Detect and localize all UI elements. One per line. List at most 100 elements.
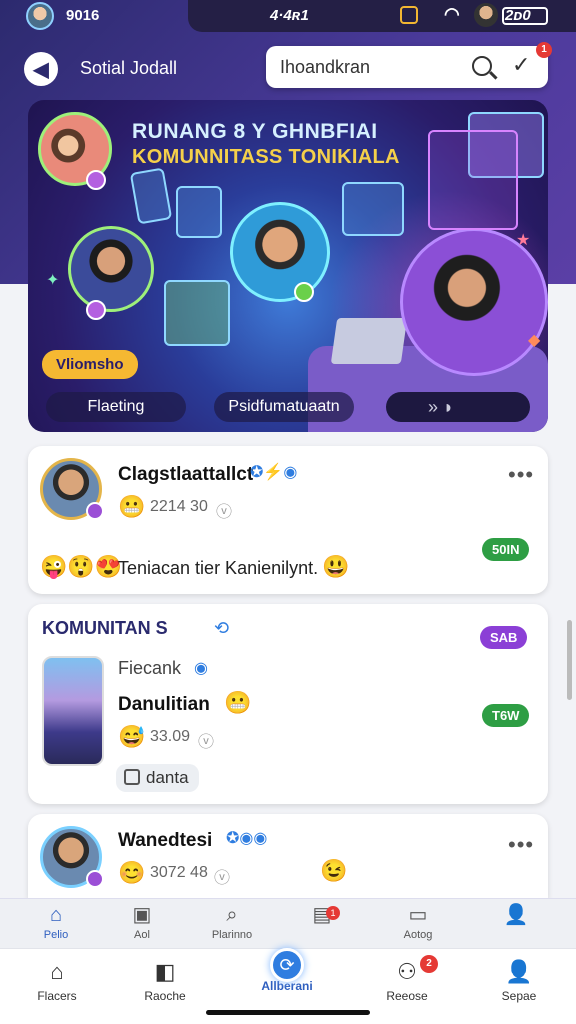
check-circle-icon: ⓥ <box>216 504 233 521</box>
status-bar: 9016 4·4ʀ1 ◠ 2ᴅ0 <box>0 0 576 32</box>
status-pill: T6W <box>482 704 530 727</box>
check-circle-icon: ⓥ <box>198 734 215 751</box>
banner-title: RUNANG 8 Y GHNBFIAI <box>132 120 378 143</box>
media-badge: 1 <box>326 906 340 920</box>
banner-next-button[interactable]: » ◗ <box>386 392 530 422</box>
banner-frame-friends <box>176 186 222 238</box>
banner-frame-couple <box>164 280 230 346</box>
search-icon[interactable] <box>472 56 492 76</box>
section-pill: SAB <box>480 626 528 649</box>
tab-aol[interactable]: ▣ Aol <box>102 903 182 941</box>
banner-nav: Flaeting Psidfumatuaatn » ◗ <box>46 392 534 424</box>
tab-raoche[interactable]: ◧ Raoche <box>120 959 210 1003</box>
tab-flacers[interactable]: ⌂ Flacers <box>12 959 102 1003</box>
post-text: Teniacan tier Kanienilynt. <box>118 558 319 578</box>
calendar-icon: ▣ <box>132 904 152 926</box>
tag-chip[interactable]: danta <box>116 764 199 792</box>
sync-icon[interactable]: ⟳ <box>270 948 304 982</box>
check-circle-icon: ⓥ <box>214 870 231 887</box>
banner-nav-left-button[interactable]: Flaeting <box>46 392 186 422</box>
banner-circle-woman-photo <box>400 228 548 376</box>
post-card[interactable]: Wanedtesi ✪◉◉ 😊 3072 48 ⓥ 😉 ••• <box>28 814 548 898</box>
sparkle-icon: ✦ <box>46 272 60 289</box>
banner-orb-2 <box>86 300 106 320</box>
more-options-icon[interactable]: ••• <box>508 462 534 488</box>
wink-emoji-icon: 😉 <box>320 858 348 883</box>
verified-badge-icon: ◉ <box>194 660 208 677</box>
banner-tag-button[interactable]: Vliomsho <box>42 350 138 379</box>
banner-frame-group <box>342 182 404 236</box>
app-title: Sotial Jodall <box>80 58 178 78</box>
community-thumbnail[interactable] <box>42 656 104 766</box>
tab-plarinno[interactable]: ⌕ Plarinno <box>192 903 272 941</box>
tag-chip-label: danta <box>146 768 189 787</box>
banner-orb-1 <box>86 170 106 190</box>
home-icon: ⌂ <box>49 904 63 926</box>
sparkle-icon: ◆ <box>528 332 541 349</box>
people-icon: ⚇ <box>397 959 417 984</box>
bookmark-icon: ◧ <box>154 959 176 984</box>
tab-pelio[interactable]: ⌂ Pelio <box>16 903 96 941</box>
status-avatar <box>26 2 54 30</box>
reeose-badge: 2 <box>420 955 438 973</box>
search-input[interactable]: Ihoandkran <box>280 57 370 78</box>
post-author-name[interactable]: Clagstlaattallct <box>118 464 253 486</box>
search-bar[interactable]: Ihoandkran ✓ <box>266 46 548 88</box>
banner-circle-center-photo <box>230 202 330 302</box>
banner-frame-screen-right <box>428 130 518 230</box>
post-author-name[interactable]: Wanedtesi <box>118 830 212 852</box>
scrollbar-thumb[interactable] <box>567 620 572 700</box>
profile-icon: 👤 <box>505 959 533 984</box>
profile-icon: 👤 <box>503 904 529 926</box>
status-pill: 50IN <box>482 538 530 561</box>
tag-icon <box>124 769 140 785</box>
notification-count-badge: 1 <box>536 42 552 58</box>
section-title: KOMUNITAN S <box>42 618 168 638</box>
banner-circle-man-photo <box>68 226 154 312</box>
notification-badge-icon <box>400 6 418 24</box>
back-button[interactable]: ◀ <box>24 52 58 86</box>
verified-badge-icon: ✪⚡◉ <box>250 464 298 481</box>
back-arrow-icon: ◀ <box>33 58 49 81</box>
community-meta: 33.09 <box>150 728 191 745</box>
status-left-text: 9016 <box>66 7 100 24</box>
banner-nav-mid-button[interactable]: Psidfumatuaatn <box>214 392 354 422</box>
banner-subtitle: KOMUNNITASS TONIKIALA <box>132 146 400 168</box>
tab-sepae[interactable]: 👤 Sepae <box>474 959 564 1003</box>
sparkle-icon: ★ <box>516 232 531 249</box>
community-banner[interactable]: ✦ ★ ◆ RUNANG 8 Y GHNBFIAI KOMUNNITASS TO… <box>28 100 548 432</box>
post-card[interactable]: Clagstlaattallct ✪⚡◉ 😬 2214 30 ⓥ ••• 50I… <box>28 446 548 594</box>
status-avatar-small <box>474 3 498 27</box>
tab-aotog[interactable]: ▭ Aotog <box>378 903 458 941</box>
laptop-illustration <box>330 318 408 364</box>
banner-frame-screen <box>129 167 173 225</box>
community-subtitle: Fiecank <box>118 658 182 678</box>
home-indicator[interactable] <box>206 1010 370 1015</box>
more-options-icon[interactable]: ••• <box>508 832 534 858</box>
tab-media[interactable]: ▤ <box>282 903 362 929</box>
banner-orb-3 <box>294 282 314 302</box>
avatar-badge <box>86 502 104 520</box>
check-icon[interactable]: ✓ <box>512 52 530 78</box>
reaction-emoji-icon: 😅 <box>118 724 146 749</box>
reaction-emoji-icon: 😬 <box>118 494 146 519</box>
chat-icon: ▭ <box>408 904 428 926</box>
post-meta: 3072 48 <box>150 864 208 881</box>
smile-emoji-icon: 😃 <box>322 554 350 579</box>
community-card[interactable]: KOMUNITAN S ⟲ SAB Fiecank ◉ Danulitian 😬… <box>28 604 548 804</box>
search-icon: ⌕ <box>226 904 238 926</box>
wifi-icon: ◠ <box>444 4 460 24</box>
tab-reeose[interactable]: ⚇ Reeose <box>362 959 452 1003</box>
community-name[interactable]: Danulitian <box>118 694 210 716</box>
smile-emoji-icon: 😊 <box>118 860 146 885</box>
secondary-tab-bar: ⌂ Pelio ▣ Aol ⌕ Plarinno ▤ ▭ Aotog 👤 <box>0 898 576 948</box>
verified-badge-icon: ✪◉◉ <box>226 830 268 847</box>
avatar-badge <box>86 870 104 888</box>
reaction-emojis-icon: 😜😲😍 <box>40 554 123 579</box>
post-meta: 2214 30 <box>150 498 208 515</box>
home-icon: ⌂ <box>50 959 64 984</box>
status-time: 4·4ʀ1 <box>270 7 309 24</box>
battery-text: 2ᴅ0 <box>505 7 531 24</box>
reaction-emoji-icon: 😬 <box>224 690 252 715</box>
tab-profile[interactable]: 👤 <box>476 903 556 929</box>
